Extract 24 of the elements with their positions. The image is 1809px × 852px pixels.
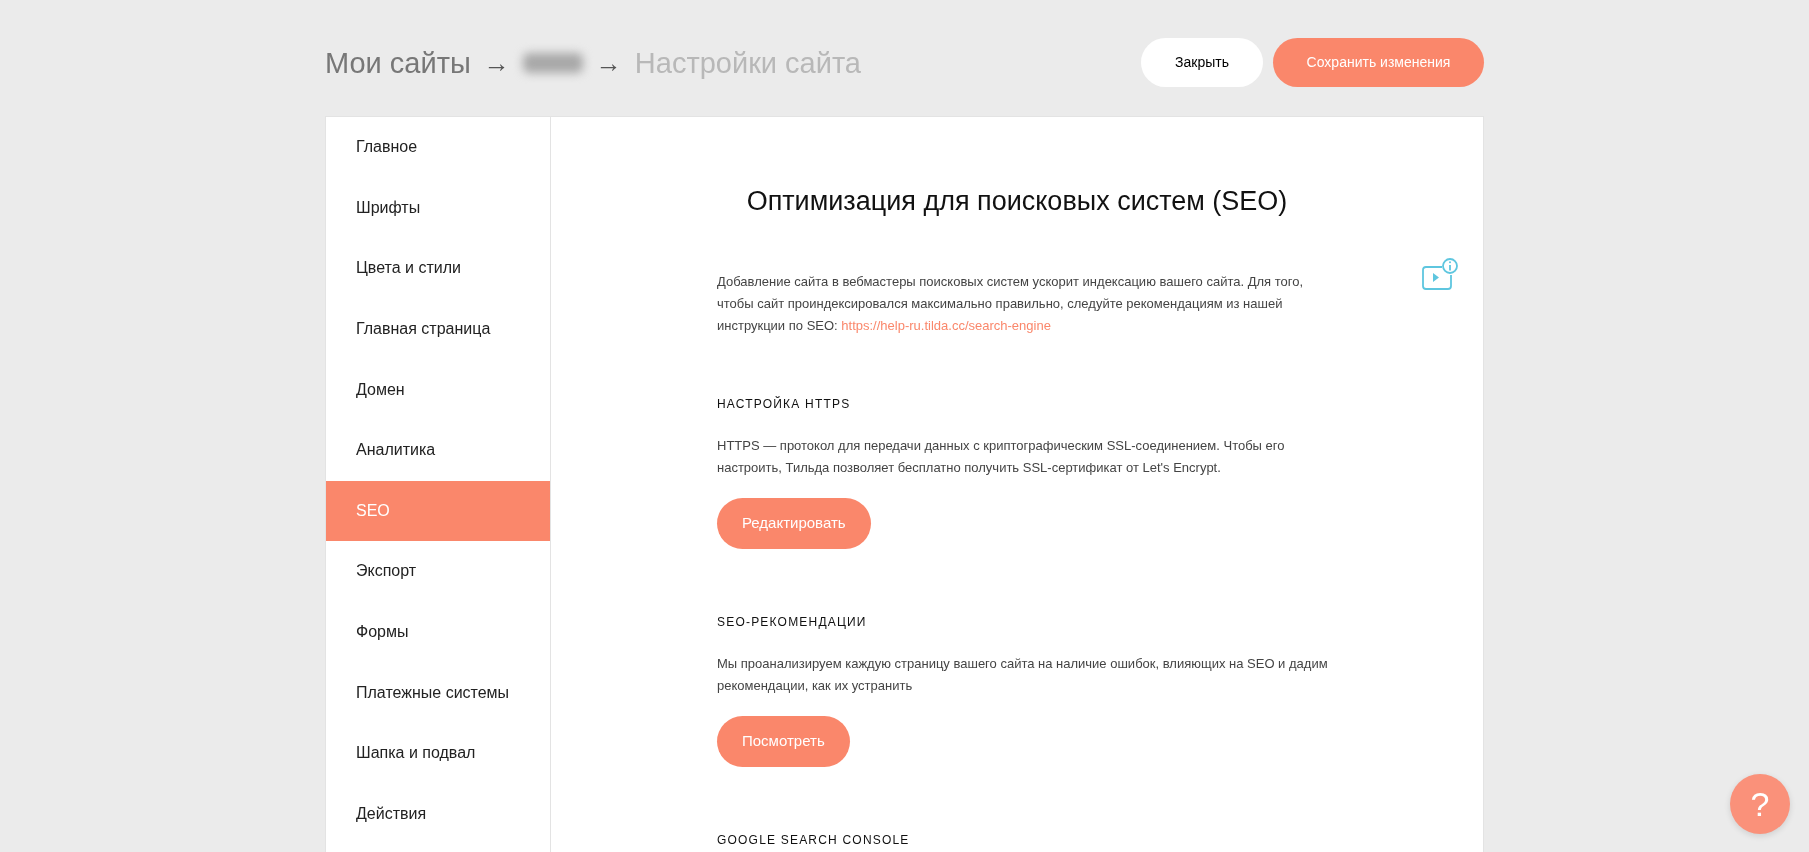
close-button[interactable]: Закрыть (1141, 38, 1263, 87)
sidebar-item[interactable]: Домен (326, 359, 550, 420)
section-description: HTTPS — протокол для передачи данных с криптографическим SSL-соединением. Чтобы его настроить, Тильда позволяет бесплатно получить SSL-сертификат от Let's Encrypt. (717, 437, 1286, 477)
breadcrumb-separator: → (595, 46, 622, 80)
sidebar-item[interactable]: Формы (326, 601, 550, 663)
sidebar-item[interactable]: Главное (326, 117, 550, 178)
section-description: Мы проанализируем каждую страницу вашего сайта на наличие ошибок, влияющих на SEO и дадим рекомендации, как их устранить (717, 655, 1329, 695)
blurred-site-name (522, 52, 583, 73)
sidebar-item[interactable]: Аналитика (326, 419, 550, 481)
section-heading: НАСТРОЙКА HTTPS (717, 395, 852, 413)
page-title: Оптимизация для поисковых систем (SEO) (745, 185, 1289, 218)
sidebar-item[interactable]: Действия (326, 783, 550, 845)
sidebar-item[interactable]: Шапка и подвал (326, 722, 550, 784)
breadcrumb-link[interactable]: Мои сайты (325, 42, 471, 83)
sidebar-item[interactable]: Платежные системы (326, 662, 550, 723)
sidebar-item[interactable]: Экспорт (326, 541, 550, 602)
sidebar-item[interactable]: Главная страница (326, 298, 550, 360)
section-heading: SEO-РЕКОМЕНДАЦИИ (717, 614, 868, 631)
video-info-icon[interactable] (1422, 258, 1458, 290)
breadcrumb-separator: → (483, 46, 510, 80)
intro-text: Добавление сайта в вебмастеры поисковых систем ускорит индексацию вашего сайта. Для того, чтобы сайт проиндексировался максимально правильно, следуйте рекомендациям из нашей инструкции по SEO: https://help-ru.tilda.cc/search-engine (717, 273, 1305, 335)
sidebar-item[interactable]: Шрифты (326, 177, 550, 239)
sidebar-item[interactable]: Цвета и стили (326, 238, 550, 299)
section-heading: GOOGLE SEARCH CONSOLE (717, 832, 911, 849)
